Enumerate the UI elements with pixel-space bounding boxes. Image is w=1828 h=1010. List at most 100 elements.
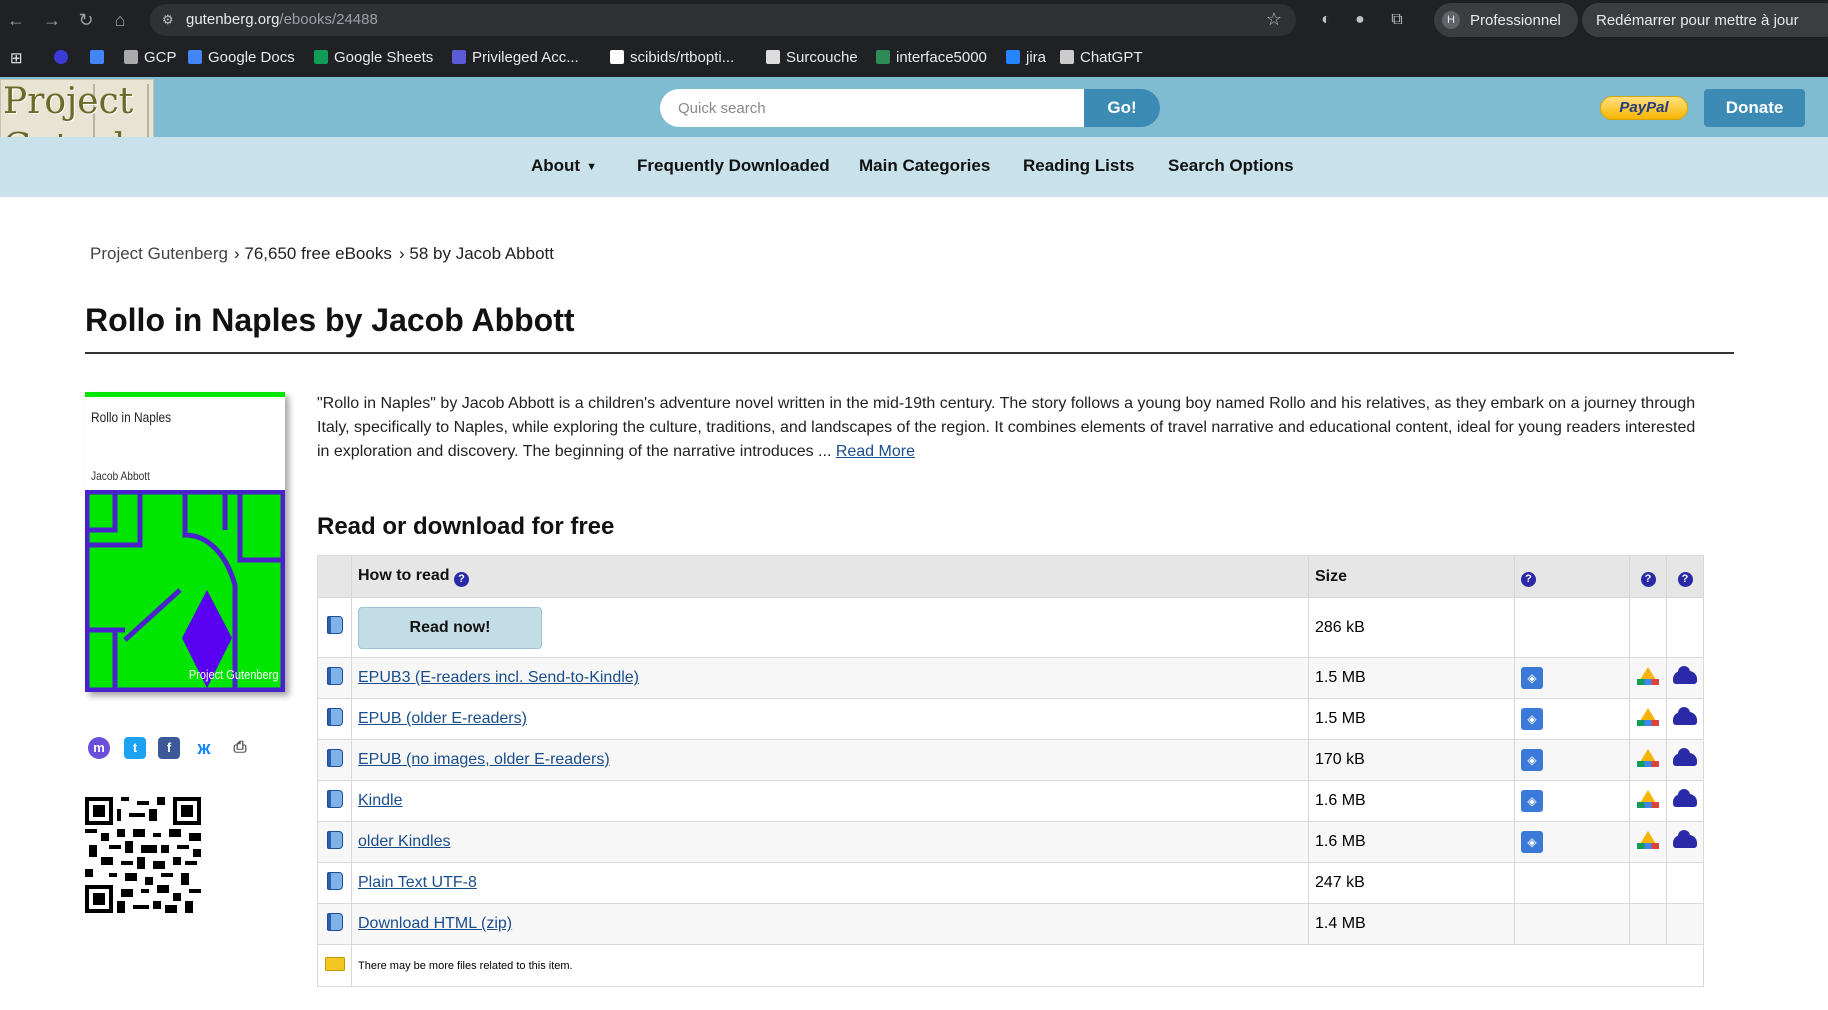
book-summary: "Rollo in Naples" by Jacob Abbott is a c… (317, 395, 1696, 460)
page-title: Rollo in Naples by Jacob Abbott (85, 302, 575, 338)
book-icon (326, 616, 343, 634)
address-bar[interactable]: ⚙ gutenberg.org/ebooks/24488 ☆ (150, 4, 1296, 36)
nav-search-options[interactable]: Search Options (1168, 156, 1294, 176)
nav-about[interactable]: About ▼ (531, 156, 597, 176)
file-size: 170 kB (1308, 739, 1515, 781)
table-row: There may be more files related to this … (317, 944, 1704, 987)
bookmark-icon-only[interactable] (54, 49, 74, 69)
twitter-icon[interactable]: t (124, 737, 146, 759)
table-row: Plain Text UTF-8 247 kB (317, 862, 1704, 904)
bookmark-item[interactable]: interface5000 (876, 49, 987, 69)
bluesky-icon[interactable]: ж (193, 737, 215, 759)
format-download-link[interactable]: EPUB3 (E-readers incl. Send-to-Kindle) (358, 669, 639, 686)
read-more-link[interactable]: Read More (836, 443, 915, 460)
format-download-link[interactable]: EPUB (no images, older E-readers) (358, 751, 610, 768)
header-size: Size (1308, 555, 1515, 598)
profile-label: Professionnel (1470, 12, 1561, 29)
bookmark-star-icon[interactable]: ☆ (1266, 9, 1282, 30)
bookmark-item[interactable]: scibids/rtbopti... (610, 49, 734, 69)
format-download-link[interactable]: Kindle (358, 792, 402, 809)
dropbox-icon[interactable]: ◈ (1521, 667, 1543, 689)
bookmark-item[interactable]: ChatGPT (1060, 49, 1143, 69)
surcouche-icon (766, 50, 780, 64)
dropbox-icon[interactable]: ◈ (1521, 790, 1543, 812)
table-row: EPUB3 (E-readers incl. Send-to-Kindle) 1.… (317, 657, 1704, 699)
onedrive-icon[interactable] (1673, 789, 1697, 808)
search-go-button[interactable]: Go! (1084, 89, 1160, 127)
nav-frequently-downloaded[interactable]: Frequently Downloaded (637, 156, 830, 176)
quick-search-input[interactable] (660, 89, 1084, 127)
onedrive-icon[interactable] (1673, 748, 1697, 767)
read-now-button[interactable]: Read now! (358, 606, 542, 649)
reload-icon[interactable]: ↻ (74, 8, 98, 32)
onedrive-icon[interactable] (1673, 830, 1697, 849)
bookmark-label: scibids/rtbopti... (630, 49, 735, 66)
google-drive-icon[interactable] (1637, 789, 1659, 808)
folder-icon (324, 957, 345, 971)
url-text[interactable]: gutenberg.org/ebooks/24488 (186, 11, 378, 28)
facebook-icon[interactable]: f (158, 737, 180, 759)
privileged-access-icon (452, 50, 466, 64)
nav-main-categories[interactable]: Main Categories (859, 156, 990, 176)
google-drive-icon[interactable] (1637, 666, 1659, 685)
donate-button[interactable]: Donate (1704, 89, 1805, 127)
file-size: 286 kB (1308, 597, 1515, 658)
dropbox-icon[interactable]: ◈ (1521, 749, 1543, 771)
mastodon-icon[interactable]: m (88, 737, 110, 759)
help-icon[interactable]: ? (1640, 571, 1656, 587)
dropbox-icon[interactable]: ◈ (1521, 831, 1543, 853)
bookmark-item[interactable]: jira (1006, 49, 1046, 69)
file-size: 1.6 MB (1308, 780, 1515, 822)
bookmark-label: Privileged Acc... (472, 49, 579, 66)
format-download-link[interactable]: older Kindles (358, 833, 451, 850)
more-files-note: There may be more files related to this … (351, 944, 1704, 987)
extension-icon[interactable]: ● (1350, 10, 1370, 30)
bookmark-item[interactable]: Privileged Acc... (452, 49, 579, 69)
jira-icon (1006, 50, 1020, 64)
github-icon (610, 50, 624, 64)
site-info-icon[interactable]: ⚙ (162, 12, 178, 28)
format-download-link[interactable]: Download HTML (zip) (358, 915, 512, 932)
print-icon[interactable]: ⎙ (229, 737, 251, 759)
extension-icon[interactable]: ◐ (1316, 10, 1336, 30)
dropbox-icon[interactable]: ◈ (1521, 708, 1543, 730)
avatar: H (1442, 11, 1460, 29)
home-icon[interactable]: ⌂ (108, 8, 132, 32)
extensions-puzzle-icon[interactable]: ⧉ (1387, 10, 1407, 30)
bookmark-label: ChatGPT (1080, 49, 1143, 66)
breadcrumb-home[interactable]: Project Gutenberg (90, 244, 228, 264)
bookmark-item[interactable]: Google Docs (188, 49, 295, 69)
header-how-to-read: How to read ? (351, 555, 1309, 598)
interface5000-icon (876, 50, 890, 64)
file-size: 1.5 MB (1308, 657, 1515, 699)
bookmark-item[interactable]: GCP (124, 49, 177, 69)
bookmark-icon-only[interactable] (90, 49, 110, 69)
onedrive-icon[interactable] (1673, 666, 1697, 685)
format-download-link[interactable]: EPUB (older E-readers) (358, 710, 527, 727)
cover-art (85, 489, 285, 692)
google-drive-icon[interactable] (1637, 748, 1659, 767)
breadcrumb-author[interactable]: › 58 by Jacob Abbott (399, 244, 554, 264)
file-size: 1.5 MB (1308, 698, 1515, 740)
file-size: 1.6 MB (1308, 821, 1515, 863)
google-sheets-icon (314, 50, 328, 64)
google-drive-icon[interactable] (1637, 830, 1659, 849)
help-icon[interactable]: ? (1521, 571, 1536, 587)
breadcrumb-ebooks[interactable]: › 76,650 free eBooks (234, 244, 392, 264)
google-drive-icon[interactable] (1637, 707, 1659, 726)
profile-button[interactable]: H Professionnel (1434, 3, 1578, 37)
table-row: older Kindles 1.6 MB ◈ (317, 821, 1704, 863)
paypal-button[interactable]: PayPal (1600, 96, 1688, 120)
back-icon[interactable]: ← (4, 8, 28, 32)
format-download-link[interactable]: Plain Text UTF-8 (358, 874, 477, 891)
nav-reading-lists[interactable]: Reading Lists (1023, 156, 1134, 176)
bookmark-item[interactable]: Google Sheets (314, 49, 433, 69)
help-icon[interactable]: ? (1677, 571, 1693, 587)
browser-toolbar: ← → ↻ ⌂ ⚙ gutenberg.org/ebooks/24488 ☆ ◐… (0, 0, 1828, 40)
help-icon[interactable]: ? (454, 571, 470, 587)
restart-update-button[interactable]: Redémarrer pour mettre à jour (1582, 3, 1828, 37)
apps-grid-icon[interactable]: ⊞ (10, 49, 23, 69)
onedrive-icon[interactable] (1673, 707, 1697, 726)
forward-icon[interactable]: → (40, 8, 64, 32)
bookmark-item[interactable]: Surcouche (766, 49, 858, 69)
